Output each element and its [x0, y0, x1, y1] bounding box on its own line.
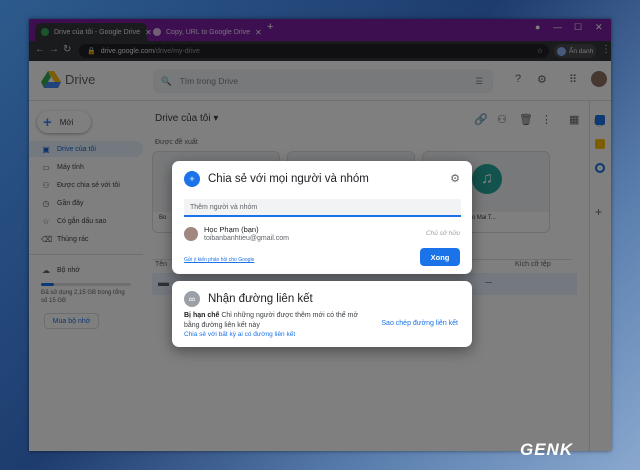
- person-name: Học Phạm (bạn): [204, 225, 259, 234]
- copy-link-button[interactable]: Sao chép đường liên kết: [381, 320, 458, 327]
- feedback-link[interactable]: Gửi ý kiến phản hồi cho Google: [184, 257, 254, 263]
- share-dialog: + Chia sẻ với mọi người và nhóm ⚙ Thêm n…: [172, 161, 472, 274]
- done-button[interactable]: Xong: [420, 248, 460, 266]
- add-people-input[interactable]: Thêm người và nhóm: [184, 199, 461, 217]
- owner-label: Chủ sở hữu: [425, 230, 460, 237]
- gear-icon[interactable]: ⚙: [450, 172, 460, 185]
- browser-window: Drive của tôi - Google Drive ✕ Copy, URL…: [29, 19, 611, 451]
- person-email: toibanbanhtieu@gmail.com: [204, 235, 289, 242]
- share-dialog-header: + Chia sẻ với mọi người và nhóm: [184, 171, 369, 187]
- avatar: [184, 226, 198, 241]
- add-people-placeholder: Thêm người và nhóm: [190, 203, 258, 211]
- add-person-icon: +: [184, 171, 200, 187]
- get-link-dialog: ∞ Nhận đường liên kết Bị hạn chế Chỉ nhữ…: [172, 281, 472, 347]
- change-link-access[interactable]: Chia sẻ với bất kỳ ai có đường liên kết: [184, 331, 295, 338]
- share-dialog-title: Chia sẻ với mọi người và nhóm: [208, 173, 369, 185]
- person-row: Học Phạm (bạn) toibanbanhtieu@gmail.com: [184, 225, 289, 242]
- restriction-bold[interactable]: Bị hạn chế: [184, 312, 219, 319]
- get-link-header: ∞ Nhận đường liên kết: [184, 291, 313, 307]
- restriction-text: Bị hạn chế Chỉ những người được thêm mới…: [184, 311, 369, 331]
- genk-watermark: GENK: [520, 440, 574, 459]
- get-link-title: Nhận đường liên kết: [208, 293, 313, 305]
- link-icon: ∞: [184, 291, 200, 307]
